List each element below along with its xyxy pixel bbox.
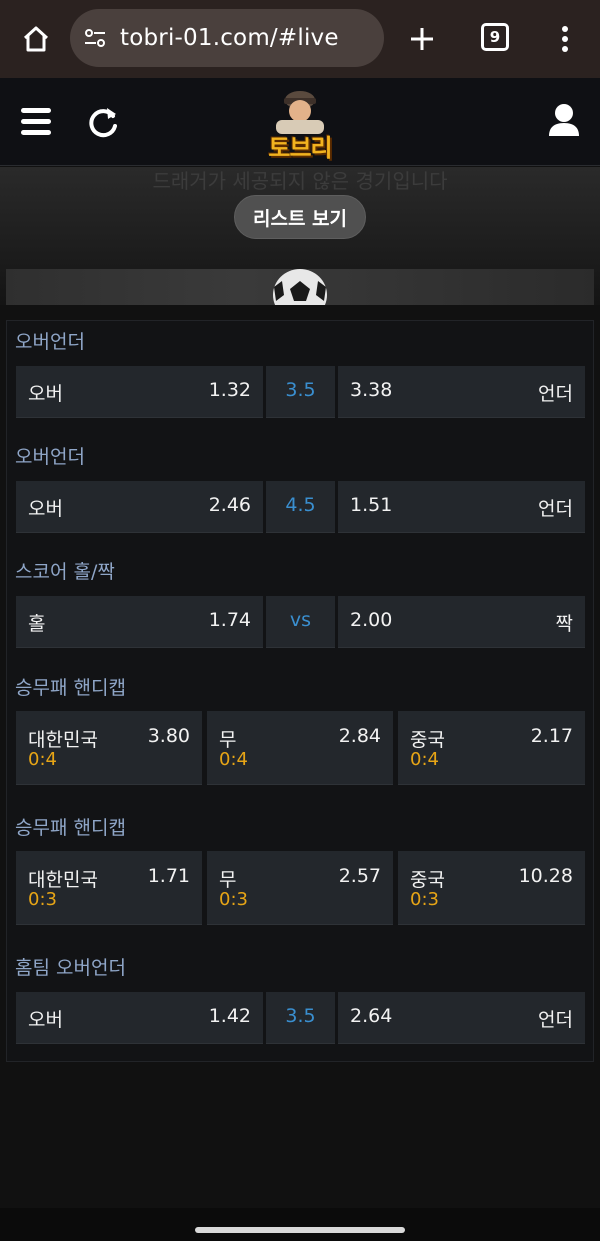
line-value: 3.5 — [266, 366, 335, 418]
bet-option-even[interactable]: 2.00 짝 — [338, 596, 585, 648]
option-label: 대한민국 — [28, 729, 98, 751]
market-title: 승무패 핸디캡 — [15, 677, 126, 699]
home-icon[interactable] — [14, 17, 58, 61]
option-odds: 3.80 — [147, 725, 190, 747]
bet-option-home[interactable]: 대한민국 3.80 0:4 — [16, 711, 202, 785]
live-banner: 드래거가 세공되지 않은 경기입니다 리스트 보기 — [0, 167, 600, 305]
bet-option-under[interactable]: 1.51 언더 — [338, 481, 585, 533]
option-label: 언더 — [538, 498, 573, 520]
refresh-icon[interactable] — [85, 104, 121, 140]
handicap-text: 0:4 — [219, 749, 248, 770]
option-label: 짝 — [555, 613, 573, 635]
bet-option-under[interactable]: 3.38 언더 — [338, 366, 585, 418]
option-odds: 1.42 — [208, 1005, 251, 1027]
mascot-icon — [276, 91, 324, 134]
option-odds: 1.32 — [208, 379, 251, 401]
option-label: 오버 — [28, 383, 63, 405]
hamburger-menu-icon[interactable] — [19, 105, 53, 139]
option-odds: 1.51 — [350, 494, 393, 516]
more-options-icon[interactable] — [548, 17, 582, 61]
site-logo[interactable]: 토브리 — [262, 84, 338, 164]
option-odds: 3.38 — [350, 379, 393, 401]
line-value: 3.5 — [266, 992, 335, 1044]
url-text[interactable]: tobri-01.com/#live — [120, 25, 339, 51]
bet-option-over[interactable]: 오버 1.32 — [16, 366, 263, 418]
vs-text: vs — [289, 609, 312, 631]
gesture-home-indicator[interactable] — [195, 1227, 405, 1233]
bet-option-under[interactable]: 2.64 언더 — [338, 992, 585, 1044]
site-settings-icon[interactable] — [82, 25, 108, 51]
browser-toolbar: tobri-01.com/#live 9 — [0, 0, 600, 78]
banner-notice-text: 드래거가 세공되지 않은 경기입니다 — [152, 169, 448, 193]
bet-option-over[interactable]: 오버 1.42 — [16, 992, 263, 1044]
option-label: 오버 — [28, 498, 63, 520]
vs-separator: vs — [266, 596, 335, 648]
option-label: 오버 — [28, 1009, 63, 1031]
markets-panel: 오버언더 오버 1.32 3.5 3.38 언더 오버언더 오버 2.46 4.… — [6, 320, 594, 1062]
option-label: 언더 — [538, 383, 573, 405]
handicap-text: 0:4 — [410, 749, 439, 770]
address-bar[interactable]: tobri-01.com/#live — [70, 9, 384, 67]
option-odds: 2.46 — [208, 494, 251, 516]
logo-text: 토브리 — [268, 134, 332, 162]
option-odds: 2.57 — [338, 865, 381, 887]
bet-option-away[interactable]: 중국 10.28 0:3 — [398, 851, 585, 925]
market-title: 승무패 핸디캡 — [15, 817, 126, 839]
soccer-ball-icon — [273, 269, 327, 305]
option-label: 홀 — [28, 613, 46, 635]
handicap-text: 0:3 — [28, 889, 57, 910]
option-label: 중국 — [410, 869, 445, 891]
option-odds: 2.64 — [350, 1005, 393, 1027]
option-label: 중국 — [410, 729, 445, 751]
bet-option-home[interactable]: 대한민국 1.71 0:3 — [16, 851, 202, 925]
line-value: 4.5 — [266, 481, 335, 533]
market-title: 홈팀 오버언더 — [15, 957, 126, 979]
option-label: 무 — [219, 869, 237, 891]
option-odds: 2.84 — [338, 725, 381, 747]
market-title: 오버언더 — [15, 331, 85, 353]
bet-option-draw[interactable]: 무 2.57 0:3 — [207, 851, 393, 925]
view-list-button[interactable]: 리스트 보기 — [234, 195, 366, 239]
line-value-text: 3.5 — [285, 379, 316, 401]
new-tab-icon[interactable] — [400, 17, 444, 61]
user-icon[interactable] — [547, 102, 581, 138]
option-odds: 2.00 — [350, 609, 393, 631]
option-odds: 10.28 — [518, 865, 573, 887]
bet-option-away[interactable]: 중국 2.17 0:4 — [398, 711, 585, 785]
option-odds: 2.17 — [530, 725, 573, 747]
option-odds: 1.71 — [147, 865, 190, 887]
line-value-text: 4.5 — [285, 494, 316, 516]
option-label: 언더 — [538, 1009, 573, 1031]
option-label: 대한민국 — [28, 869, 98, 891]
option-odds: 1.74 — [208, 609, 251, 631]
handicap-text: 0:3 — [219, 889, 248, 910]
market-title: 오버언더 — [15, 446, 85, 468]
handicap-text: 0:3 — [410, 889, 439, 910]
line-value-text: 3.5 — [285, 1005, 316, 1027]
bet-option-over[interactable]: 오버 2.46 — [16, 481, 263, 533]
handicap-text: 0:4 — [28, 749, 57, 770]
system-nav-area — [0, 1208, 600, 1241]
option-label: 무 — [219, 729, 237, 751]
market-title: 스코어 홀/짝 — [15, 561, 115, 583]
site-header: 토브리 — [0, 78, 600, 166]
bet-option-draw[interactable]: 무 2.84 0:4 — [207, 711, 393, 785]
tab-switcher-button[interactable]: 9 — [481, 23, 509, 51]
bet-option-odd[interactable]: 홀 1.74 — [16, 596, 263, 648]
